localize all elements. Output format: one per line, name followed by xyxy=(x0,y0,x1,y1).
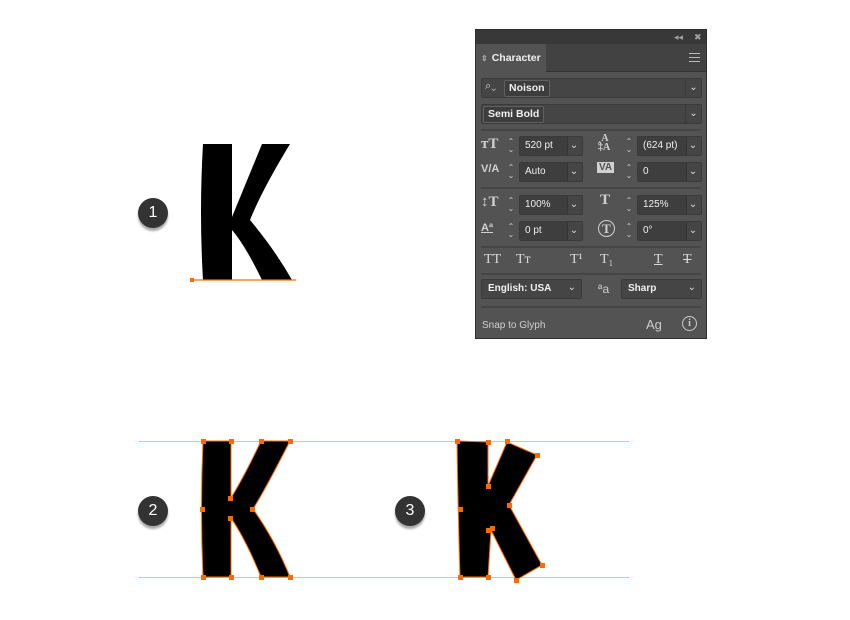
kerning-stepper[interactable]: ⌃ ⌄ xyxy=(504,162,518,182)
chevron-down-icon[interactable]: ⌄ xyxy=(685,196,701,214)
divider xyxy=(481,306,701,308)
divider xyxy=(481,246,701,248)
antialiasing-value: Sharp xyxy=(628,283,657,294)
panel-titlebar[interactable]: ◂◂ ✖ xyxy=(476,30,706,44)
chevron-down-icon[interactable]: ⌄ xyxy=(685,105,701,123)
baseline-shift-input[interactable]: 0 pt ⌄ xyxy=(519,221,583,241)
character-panel: ◂◂ ✖ ⇕ Character ⌕⌄ Noison ⌄ Semi Bold ⌄… xyxy=(475,29,707,339)
close-icon[interactable]: ✖ xyxy=(694,31,702,43)
font-style-field[interactable]: Semi Bold ⌄ xyxy=(481,104,702,124)
info-icon[interactable]: i xyxy=(682,316,697,331)
chevron-down-icon[interactable]: ⌄ xyxy=(566,137,582,155)
baseline-shift-stepper[interactable]: ⌃ ⌄ xyxy=(504,221,518,241)
vertical-scale-stepper[interactable]: ⌃ ⌄ xyxy=(504,195,518,215)
hamburger-menu-icon[interactable] xyxy=(689,53,700,65)
small-caps-button[interactable]: Tт xyxy=(516,252,531,268)
character-rotation-icon: T xyxy=(598,220,615,237)
tracking-stepper[interactable]: ⌃ ⌄ xyxy=(622,162,636,182)
snap-glyph-icon[interactable]: Ag xyxy=(646,317,662,332)
chevron-down-icon[interactable]: ⌄ xyxy=(685,222,701,240)
vertical-scale-value[interactable]: 100% xyxy=(520,196,568,214)
font-family-field[interactable]: ⌕⌄ Noison ⌄ xyxy=(481,78,702,98)
double-chevron-left-icon[interactable]: ◂◂ xyxy=(674,31,683,43)
horizontal-scale-stepper[interactable]: ⌃ ⌄ xyxy=(622,195,636,215)
language-dropdown[interactable]: English: USA ⌄ xyxy=(481,279,582,299)
tracking-icon: VA xyxy=(597,162,615,173)
rotation-value[interactable]: 0° xyxy=(638,222,687,240)
font-size-value[interactable]: 520 pt xyxy=(520,137,568,155)
search-icon[interactable]: ⌕⌄ xyxy=(485,80,496,93)
kerning-input[interactable]: Auto ⌄ xyxy=(519,162,583,182)
tab-character-label: Character xyxy=(491,52,541,64)
chevron-down-icon: ⌄ xyxy=(567,282,576,293)
panel-tab-bar: ⇕ Character xyxy=(476,44,706,72)
chevron-down-icon[interactable]: ⌄ xyxy=(685,163,701,181)
vertical-scale-input[interactable]: 100% ⌄ xyxy=(519,195,583,215)
tab-arrows-icon: ⇕ xyxy=(481,53,488,63)
glyph-k3-shape xyxy=(456,440,543,581)
font-size-stepper[interactable]: ⌃ ⌄ xyxy=(504,136,518,156)
horizontal-scale-value[interactable]: 125% xyxy=(638,196,687,214)
baseline-shift-value[interactable]: 0 pt xyxy=(520,222,568,240)
chevron-down-icon[interactable]: ⌄ xyxy=(685,137,701,155)
antialiasing-icon: ªa xyxy=(598,282,610,296)
chevron-down-icon[interactable]: ⌄ xyxy=(566,163,582,181)
subscript-button[interactable]: T₁ xyxy=(600,252,613,268)
horizontal-scale-icon: T xyxy=(600,192,611,208)
tracking-value[interactable]: 0 xyxy=(638,163,687,181)
chevron-down-icon[interactable]: ⌄ xyxy=(685,79,701,97)
language-value: English: USA xyxy=(488,283,552,294)
glyph-k-modified[interactable] xyxy=(0,0,850,620)
chevron-down-icon[interactable]: ⌄ xyxy=(566,222,582,240)
font-size-input[interactable]: 520 pt ⌄ xyxy=(519,136,583,156)
chevron-down-icon[interactable]: ⌄ xyxy=(566,196,582,214)
kerning-value[interactable]: Auto xyxy=(520,163,568,181)
divider xyxy=(481,187,701,189)
font-style-value[interactable]: Semi Bold xyxy=(483,106,545,123)
strikethrough-button[interactable]: T xyxy=(683,252,692,268)
snap-to-glyph-label[interactable]: Snap to Glyph xyxy=(482,320,545,331)
divider xyxy=(481,129,701,131)
horizontal-scale-input[interactable]: 125% ⌄ xyxy=(637,195,702,215)
font-size-icon: ᴛT xyxy=(481,136,499,152)
tab-character[interactable]: ⇕ Character xyxy=(476,44,546,72)
superscript-button[interactable]: T¹ xyxy=(570,252,583,268)
chevron-down-icon: ⌄ xyxy=(687,282,696,293)
antialiasing-dropdown[interactable]: Sharp ⌄ xyxy=(621,279,702,299)
rotation-input[interactable]: 0° ⌄ xyxy=(637,221,702,241)
tracking-input[interactable]: 0 ⌄ xyxy=(637,162,702,182)
leading-input[interactable]: (624 pt) ⌄ xyxy=(637,136,702,156)
underline-button[interactable]: T xyxy=(654,252,663,268)
vertical-scale-icon: ↕T xyxy=(481,194,499,210)
divider xyxy=(481,273,701,275)
rotation-stepper[interactable]: ⌃ ⌄ xyxy=(622,221,636,241)
font-family-value[interactable]: Noison xyxy=(504,80,550,97)
leading-icon: ‸A ‡A xyxy=(598,133,611,153)
all-caps-button[interactable]: TT xyxy=(484,252,501,268)
baseline-shift-icon: Aª xyxy=(481,222,494,234)
kerning-icon: V/A xyxy=(481,163,500,175)
leading-value[interactable]: (624 pt) xyxy=(638,137,687,155)
leading-stepper[interactable]: ⌃ ⌄ xyxy=(622,136,636,156)
